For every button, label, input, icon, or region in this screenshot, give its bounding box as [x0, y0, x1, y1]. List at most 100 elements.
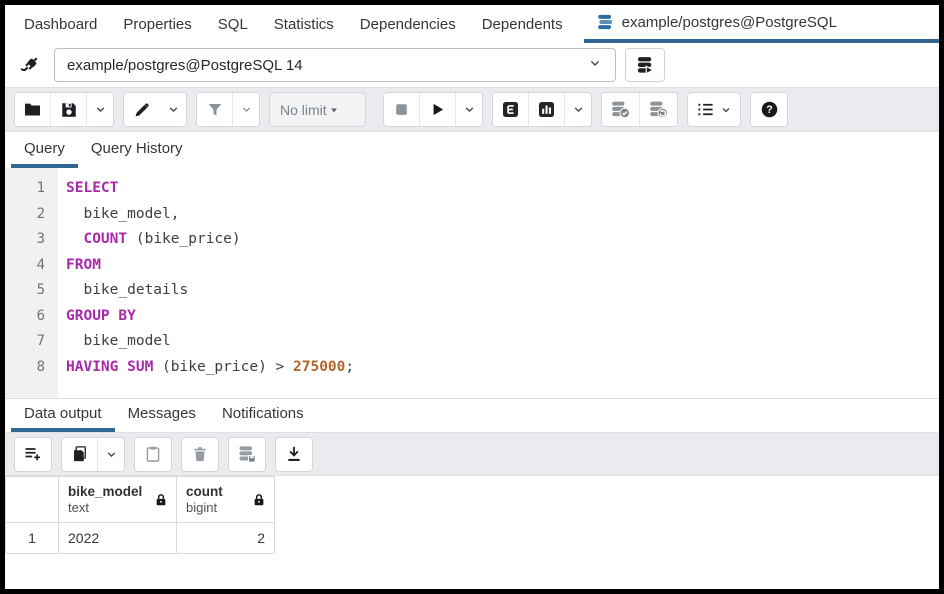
macro-button-group	[687, 92, 741, 127]
column-header-bike-model[interactable]: bike_model text	[59, 477, 177, 523]
code-line[interactable]: bike_details	[66, 278, 939, 304]
delete-row-button[interactable]	[182, 438, 218, 471]
line-number: 3	[5, 227, 58, 253]
tab-query-history[interactable]: Query History	[78, 132, 196, 168]
help-button-group: ?	[750, 92, 788, 127]
filter-button-group	[196, 92, 260, 127]
add-row-icon	[23, 444, 43, 464]
tab-query[interactable]: Query	[11, 132, 78, 168]
tab-sql[interactable]: SQL	[205, 5, 261, 43]
column-header-count[interactable]: count bigint	[177, 477, 275, 523]
help-button[interactable]: ?	[751, 93, 787, 126]
output-tab-bar: Data output Messages Notifications	[5, 398, 939, 432]
triangle-down-icon	[327, 103, 341, 117]
code-line[interactable]: FROM	[66, 253, 939, 279]
save-file-button[interactable]	[51, 93, 87, 126]
svg-text:?: ?	[766, 104, 773, 116]
database-icon	[596, 13, 614, 31]
question-mark-icon: ?	[760, 100, 779, 119]
folder-icon	[23, 100, 42, 119]
pgadmin-query-tool-window: Dashboard Properties SQL Statistics Depe…	[0, 0, 944, 594]
new-connection-button[interactable]	[625, 48, 665, 82]
tab-data-output[interactable]: Data output	[11, 399, 115, 432]
code-line[interactable]: HAVING SUM (bike_price) > 275000;	[66, 355, 939, 381]
filter-menu-button[interactable]	[233, 93, 259, 126]
editor-tab-bar: Query Query History	[5, 132, 939, 168]
row-number-cell[interactable]: 1	[6, 523, 59, 554]
row-limit-value: No limit	[280, 102, 327, 118]
chevron-down-icon	[720, 104, 732, 116]
save-data-changes-button[interactable]	[229, 438, 265, 471]
copy-button[interactable]	[62, 438, 98, 471]
chevron-down-icon	[167, 103, 180, 116]
code-line[interactable]: bike_model,	[66, 202, 939, 228]
open-file-button[interactable]	[15, 93, 51, 126]
line-number: 5	[5, 278, 58, 304]
macro-button[interactable]	[688, 93, 740, 126]
paste-button-group	[134, 437, 172, 472]
edit-menu-button[interactable]	[160, 93, 186, 126]
table-row: 1 2022 2	[6, 523, 275, 554]
database-check-icon	[610, 99, 631, 120]
chevron-down-icon	[94, 103, 107, 116]
tab-notifications[interactable]: Notifications	[209, 399, 317, 432]
code-line[interactable]: COUNT (bike_price)	[66, 227, 939, 253]
data-output-panel: bike_model text count bigin	[5, 476, 939, 589]
explain-analyze-button[interactable]	[529, 93, 565, 126]
rollback-button[interactable]	[640, 93, 677, 126]
save-icon	[60, 101, 78, 119]
file-button-group	[14, 92, 114, 127]
download-button[interactable]	[276, 438, 312, 471]
row-limit-select[interactable]: No limit	[269, 92, 366, 127]
cell-count[interactable]: 2	[177, 523, 275, 554]
delete-button-group	[181, 437, 219, 472]
connection-selector-value: example/postgres@PostgreSQL 14	[67, 57, 303, 74]
code-line[interactable]: GROUP BY	[66, 304, 939, 330]
pencil-icon	[133, 101, 151, 119]
database-rollback-icon	[648, 99, 669, 120]
tab-properties[interactable]: Properties	[110, 5, 204, 43]
execute-button[interactable]	[420, 93, 456, 126]
clipboard-icon	[144, 445, 162, 463]
connection-selector[interactable]: example/postgres@PostgreSQL 14	[54, 48, 616, 82]
tab-dashboard[interactable]: Dashboard	[11, 5, 110, 43]
line-number: 8	[5, 355, 58, 381]
code-line[interactable]: SELECT	[66, 176, 939, 202]
stop-button[interactable]	[384, 93, 420, 126]
download-button-group	[275, 437, 313, 472]
save-file-menu-button[interactable]	[87, 93, 113, 126]
tab-dependents[interactable]: Dependents	[469, 5, 576, 43]
stop-icon	[393, 101, 410, 118]
trash-icon	[191, 445, 209, 463]
explain-e-icon	[501, 100, 520, 119]
lock-icon	[252, 493, 266, 507]
sql-code-lines[interactable]: SELECT bike_model, COUNT (bike_price)FRO…	[58, 168, 939, 398]
filter-button[interactable]	[197, 93, 233, 126]
database-play-icon	[635, 55, 655, 75]
execute-menu-button[interactable]	[456, 93, 482, 126]
save-data-group	[228, 437, 266, 472]
grid-corner-cell[interactable]	[6, 477, 59, 523]
cell-bike-model[interactable]: 2022	[59, 523, 177, 554]
paste-button[interactable]	[135, 438, 171, 471]
copy-button-group	[61, 437, 125, 472]
add-row-button[interactable]	[15, 438, 51, 471]
copy-menu-button[interactable]	[98, 438, 124, 471]
code-line[interactable]: bike_model	[66, 329, 939, 355]
tab-query-tool-active[interactable]: example/postgres@PostgreSQL	[584, 5, 939, 43]
data-output-toolbar	[5, 432, 939, 476]
chevron-down-icon	[572, 103, 585, 116]
lock-icon	[154, 493, 168, 507]
explain-button[interactable]	[493, 93, 529, 126]
bar-chart-icon	[537, 100, 556, 119]
explain-menu-button[interactable]	[565, 93, 591, 126]
tab-dependencies[interactable]: Dependencies	[347, 5, 469, 43]
edit-button[interactable]	[124, 93, 160, 126]
tab-messages[interactable]: Messages	[115, 399, 209, 432]
ordered-list-icon	[696, 100, 715, 119]
tab-statistics[interactable]: Statistics	[261, 5, 347, 43]
query-toolbar: No limit	[5, 87, 939, 132]
sql-editor[interactable]: 12345678 SELECT bike_model, COUNT (bike_…	[5, 168, 939, 398]
column-name: count	[186, 484, 223, 499]
commit-button[interactable]	[602, 93, 640, 126]
